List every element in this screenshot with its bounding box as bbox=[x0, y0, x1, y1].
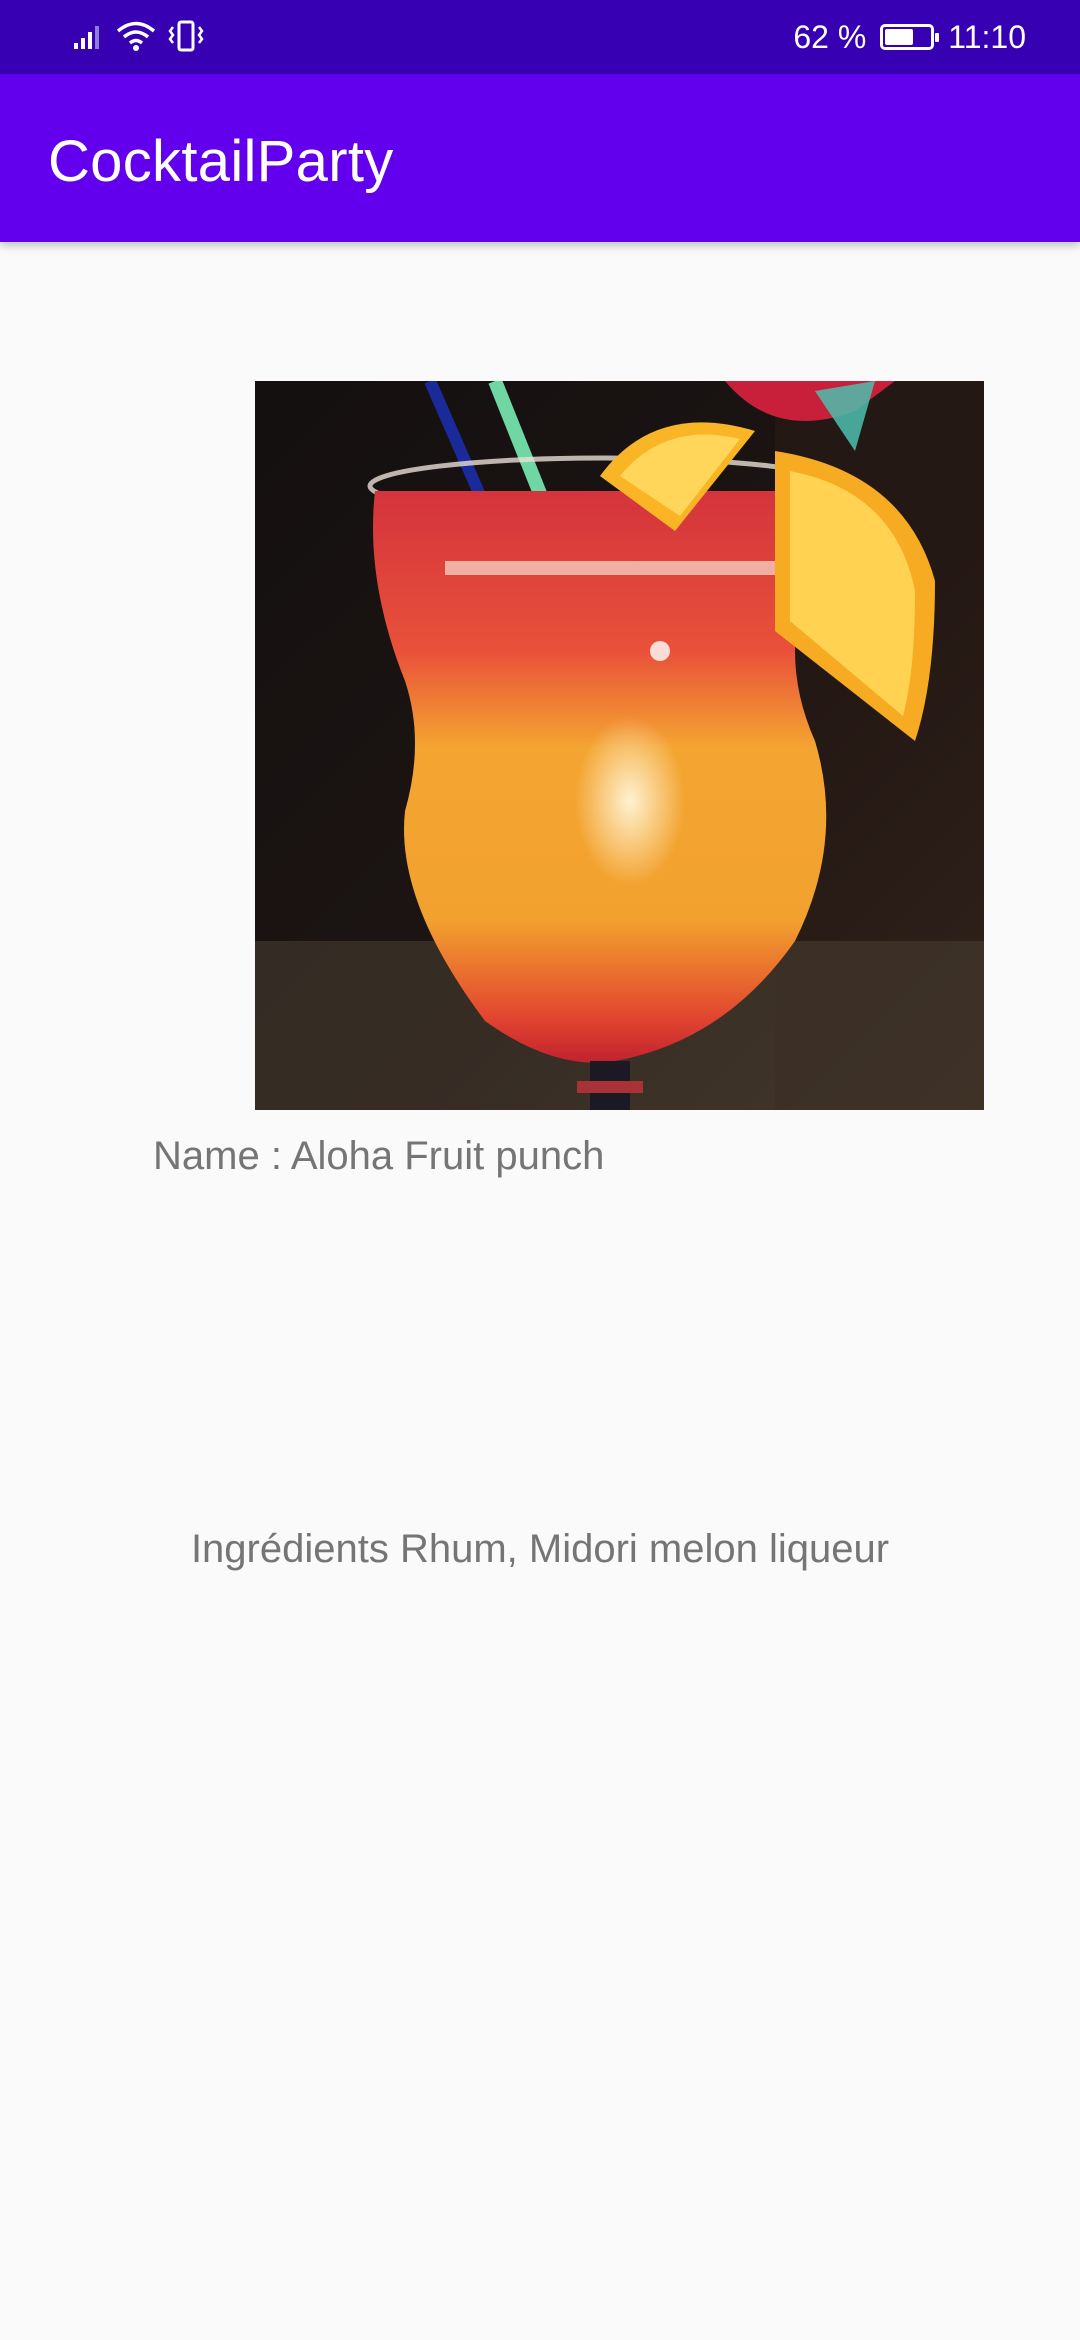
cocktail-name: Name : Aloha Fruit punch bbox=[153, 1134, 605, 1178]
app-bar: CocktailParty bbox=[0, 74, 1080, 242]
cocktail-ingredients: Ingrédients Rhum, Midori melon liqueur bbox=[190, 1527, 890, 1571]
battery-icon bbox=[880, 24, 940, 50]
battery-level-fill bbox=[885, 29, 913, 45]
cocktail-photo bbox=[255, 381, 984, 1110]
clock: 11:10 bbox=[948, 18, 1026, 55]
status-icons-right: 62 % 11:10 bbox=[793, 14, 1026, 60]
app-title: CocktailParty bbox=[48, 129, 394, 194]
wifi-icon bbox=[116, 20, 156, 57]
signal-icon bbox=[72, 21, 106, 56]
battery-percent: 62 % bbox=[793, 18, 867, 55]
vibrate-icon bbox=[166, 19, 206, 58]
status-icons-left bbox=[72, 18, 206, 58]
status-bar: 62 % 11:10 bbox=[0, 0, 1080, 74]
